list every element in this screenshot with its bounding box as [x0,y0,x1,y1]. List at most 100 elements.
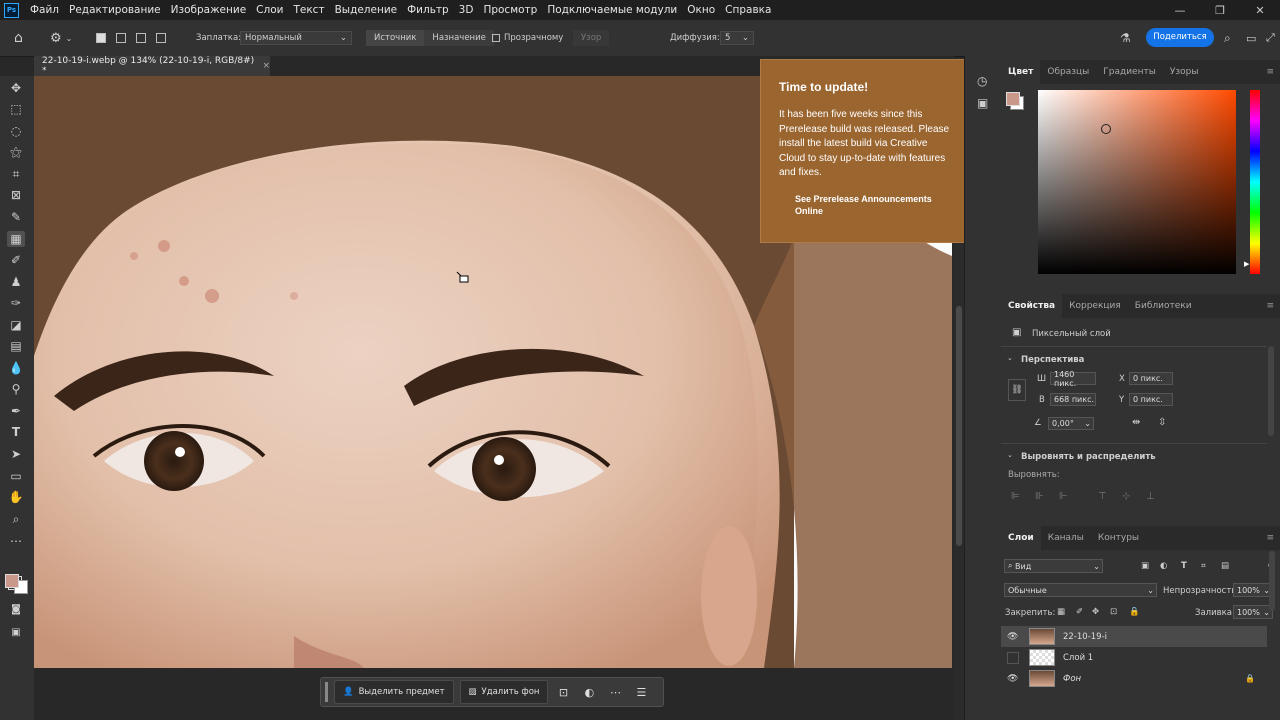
menu-file[interactable]: Файл [25,4,64,16]
filter-pixel-icon[interactable]: ▣ [1141,561,1149,571]
comments-icon[interactable]: ▣ [977,96,988,110]
scrollbar-thumb[interactable] [956,306,962,546]
layer-row[interactable]: Слой 1 [1001,647,1267,668]
panel-menu-icon[interactable]: ≡ [1266,301,1274,311]
menu-select[interactable]: Выделение [330,4,403,16]
path-select-icon[interactable]: ➤ [7,446,25,462]
settings-sliders-icon[interactable]: ☰ [630,681,652,703]
lasso-tool-icon[interactable]: ◌ [7,123,25,139]
menu-plugins[interactable]: Подключаемые модули [542,4,682,16]
filter-shape-icon[interactable]: ⌗ [1201,561,1206,571]
use-pattern-button[interactable]: Узор [573,30,610,46]
width-field[interactable]: 1460 пикс. [1050,370,1096,388]
drag-handle[interactable] [325,682,328,702]
transparent-checkbox[interactable] [492,34,500,42]
layers-scrollbar[interactable] [1269,551,1275,611]
menu-type[interactable]: Текст [288,4,329,16]
marquee-tool-icon[interactable]: ⬚ [7,101,25,117]
patch-tool-preset-icon[interactable]: ⚙ ⌄ [50,29,72,47]
align-right-icon[interactable]: ⊩ [1059,491,1068,502]
align-center-h-icon[interactable]: ⊪ [1035,491,1044,502]
panel-menu-icon[interactable]: ≡ [1266,67,1274,77]
lock-all-icon[interactable]: 🔒 [1129,607,1140,617]
eraser-tool-icon[interactable]: ◪ [7,317,25,333]
flip-horizontal-icon[interactable]: ⇹ [1132,417,1140,428]
properties-scrollbar[interactable] [1268,346,1274,436]
destination-button[interactable]: Назначение [424,30,494,46]
history-icon[interactable]: ◷ [977,74,987,88]
menu-3d[interactable]: 3D [454,4,479,16]
filter-adjustment-icon[interactable]: ◐ [1160,561,1167,571]
y-field[interactable]: 0 пикс. [1129,393,1173,406]
menu-edit[interactable]: Редактирование [64,4,166,16]
zoom-tool-icon[interactable]: ⌕ [7,511,25,527]
color-fg-swatch[interactable] [1006,92,1020,106]
minimize-icon[interactable]: — [1160,0,1200,20]
patch-tool-icon[interactable]: ▦ [7,231,25,247]
remove-background-button[interactable]: ▨ Удалить фон [459,680,549,704]
tab-channels[interactable]: Каналы [1041,526,1091,550]
move-tool-icon[interactable]: ✥ [7,80,25,96]
tab-adjustments[interactable]: Коррекция [1062,294,1128,318]
fill-field[interactable]: 100% ⌄ [1233,605,1273,619]
tab-color[interactable]: Цвет [1001,60,1041,84]
eye-icon[interactable]: 👁 [1007,632,1018,642]
chevron-down-icon[interactable]: ⌄ [1007,354,1013,362]
opacity-field[interactable]: 100% ⌄ [1233,583,1273,597]
layer-filter-select[interactable]: ⌕ Вид ⌄ [1004,559,1103,573]
tab-swatches[interactable]: Образцы [1040,60,1096,84]
align-middle-v-icon[interactable]: ⊹ [1122,491,1130,502]
menu-filter[interactable]: Фильтр [402,4,454,16]
layer-row[interactable]: 👁 Фон 🔒 [1001,668,1267,689]
pen-tool-icon[interactable]: ✒ [7,403,25,419]
type-tool-icon[interactable]: T [7,424,25,440]
brush-tool-icon[interactable]: ✐ [7,252,25,268]
height-field[interactable]: 668 пикс. [1050,393,1096,406]
tab-paths[interactable]: Контуры [1091,526,1146,550]
document-tab[interactable]: 22-10-19-i.webp @ 134% (22-10-19-i, RGB/… [34,56,270,76]
history-brush-icon[interactable]: ✑ [7,295,25,311]
layer-row-selected[interactable]: 👁 22-10-19-i [1001,626,1267,647]
flip-vertical-icon[interactable]: ⇳ [1158,417,1166,428]
screen-mode-icon[interactable]: ▣ [7,624,25,640]
tab-patterns[interactable]: Узоры [1163,60,1206,84]
hue-slider-arrow-icon[interactable]: ▶ [1244,260,1249,268]
tab-libraries[interactable]: Библиотеки [1128,294,1199,318]
source-button[interactable]: Источник [366,30,425,46]
close-tab-icon[interactable]: × [262,61,270,71]
add-selection-icon[interactable] [116,33,126,43]
chevron-down-icon[interactable]: ⌄ [1007,451,1013,459]
tab-gradients[interactable]: Градиенты [1096,60,1163,84]
panel-menu-icon[interactable]: ≡ [1266,533,1274,543]
rectangle-tool-icon[interactable]: ▭ [7,468,25,484]
menu-view[interactable]: Просмотр [478,4,542,16]
intersect-selection-icon[interactable] [156,33,166,43]
select-subject-button[interactable]: 👤 Выделить предмет [334,680,454,704]
close-icon[interactable]: ✕ [1240,0,1280,20]
hue-slider[interactable] [1250,90,1260,274]
share-button[interactable]: Поделиться [1146,27,1214,47]
menu-layers[interactable]: Слои [251,4,288,16]
menu-window[interactable]: Окно [682,4,720,16]
patch-mode-select[interactable]: Нормальный ⌄ [240,31,352,45]
gradient-tool-icon[interactable]: ▤ [7,338,25,354]
visibility-toggle[interactable] [1007,652,1019,664]
workspace-icon[interactable]: ▭ [1246,29,1256,47]
link-icon[interactable]: ⛓ [1008,379,1026,401]
menu-image[interactable]: Изображение [166,4,252,16]
dodge-tool-icon[interactable]: ⚲ [7,381,25,397]
lock-transparent-icon[interactable]: ▦ [1057,607,1065,617]
color-picker-marker[interactable] [1101,124,1111,134]
tab-layers[interactable]: Слои [1001,526,1041,550]
stamp-tool-icon[interactable]: ♟ [7,274,25,290]
announcements-link[interactable]: See Prerelease Announcements Online [779,193,953,217]
menu-help[interactable]: Справка [720,4,776,16]
blend-mode-select[interactable]: Обычные ⌄ [1004,583,1157,597]
adjust-icon[interactable]: ◐ [578,681,600,703]
filter-type-icon[interactable]: T [1181,561,1187,571]
filter-smart-icon[interactable]: ▤ [1221,561,1229,571]
more-tools-icon[interactable]: ⋯ [7,533,25,549]
lock-pixels-icon[interactable]: ✐ [1076,607,1083,617]
x-field[interactable]: 0 пикс. [1129,372,1173,385]
lock-position-icon[interactable]: ✥ [1092,607,1099,617]
